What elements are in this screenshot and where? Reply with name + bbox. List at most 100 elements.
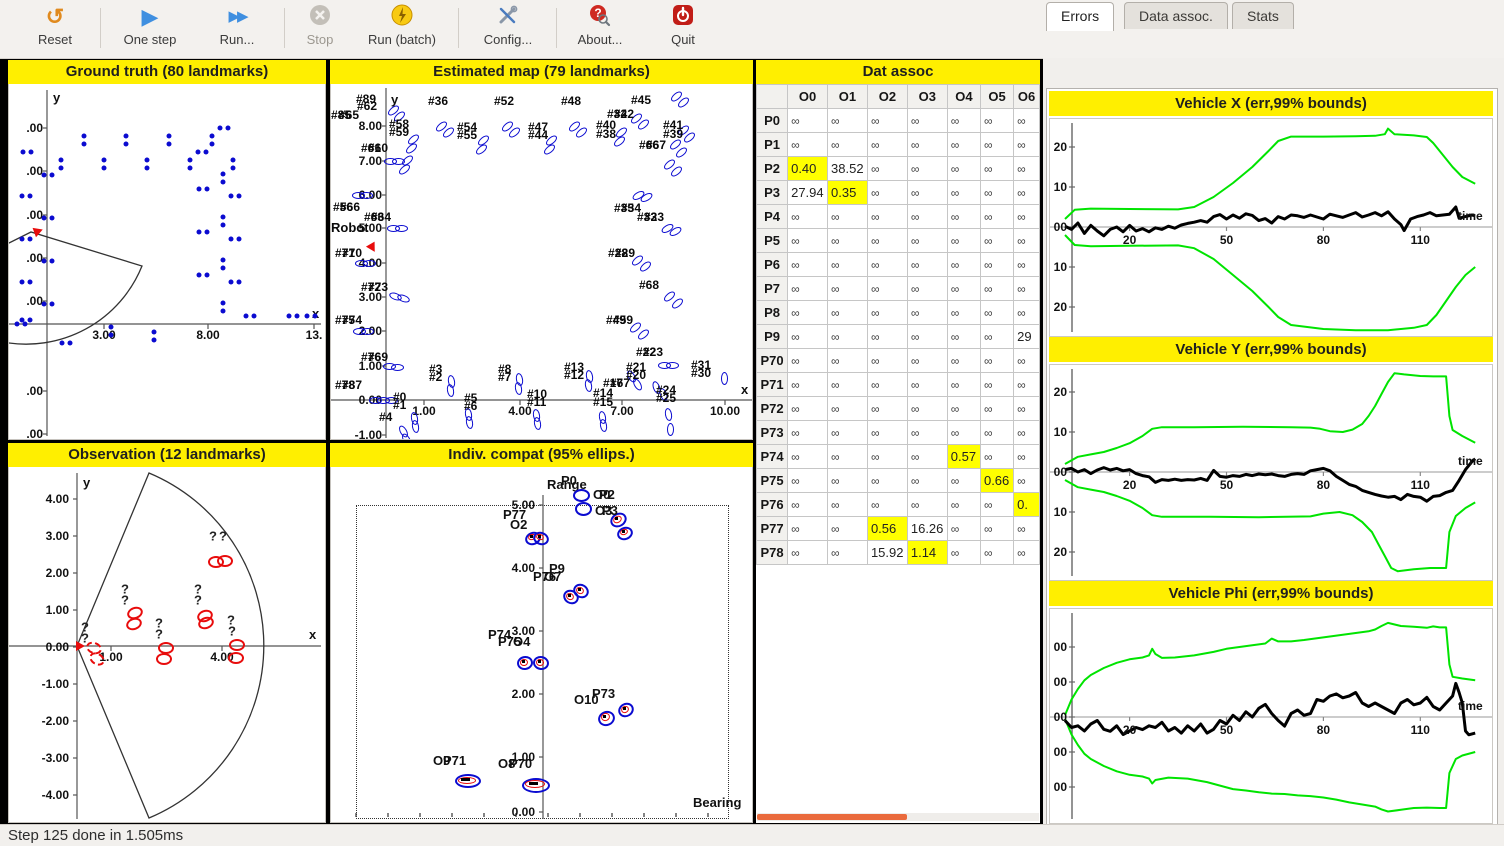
- cell-P8-O4[interactable]: ∞: [947, 301, 980, 325]
- cell-P74-O4[interactable]: 0.57: [947, 445, 980, 469]
- cell-P77-O5[interactable]: ∞: [980, 517, 1013, 541]
- about-button[interactable]: ? About...: [560, 4, 640, 54]
- cell-P73-O5[interactable]: ∞: [980, 421, 1013, 445]
- cell-P9-O4[interactable]: ∞: [947, 325, 980, 349]
- cell-P78-O5[interactable]: ∞: [980, 541, 1013, 565]
- cell-P72-O0[interactable]: ∞: [788, 397, 828, 421]
- cell-P73-O6[interactable]: ∞: [1014, 421, 1040, 445]
- cell-P4-O0[interactable]: ∞: [788, 205, 828, 229]
- cell-P5-O4[interactable]: ∞: [947, 229, 980, 253]
- cell-P5-O2[interactable]: ∞: [867, 229, 907, 253]
- cell-P75-O4[interactable]: ∞: [947, 469, 980, 493]
- cell-P78-O3[interactable]: 1.14: [907, 541, 947, 565]
- cell-P1-O2[interactable]: ∞: [867, 133, 907, 157]
- cell-P71-O6[interactable]: ∞: [1014, 373, 1040, 397]
- cell-P7-O3[interactable]: ∞: [907, 277, 947, 301]
- cell-P7-O4[interactable]: ∞: [947, 277, 980, 301]
- cell-P5-O6[interactable]: ∞: [1014, 229, 1040, 253]
- cell-P8-O5[interactable]: ∞: [980, 301, 1013, 325]
- cell-P1-O6[interactable]: ∞: [1014, 133, 1040, 157]
- cell-P8-O0[interactable]: ∞: [788, 301, 828, 325]
- cell-P2-O2[interactable]: ∞: [867, 157, 907, 181]
- cell-P77-O3[interactable]: 16.26: [907, 517, 947, 541]
- cell-P70-O1[interactable]: ∞: [828, 349, 868, 373]
- cell-P76-O3[interactable]: ∞: [907, 493, 947, 517]
- cell-P74-O3[interactable]: ∞: [907, 445, 947, 469]
- cell-P8-O6[interactable]: ∞: [1014, 301, 1040, 325]
- cell-P2-O4[interactable]: ∞: [947, 157, 980, 181]
- cell-P9-O2[interactable]: ∞: [867, 325, 907, 349]
- quit-button[interactable]: Quit: [651, 4, 715, 54]
- config-button[interactable]: Config...: [466, 4, 550, 54]
- cell-P7-O1[interactable]: ∞: [828, 277, 868, 301]
- cell-P73-O1[interactable]: ∞: [828, 421, 868, 445]
- cell-P9-O1[interactable]: ∞: [828, 325, 868, 349]
- cell-P76-O4[interactable]: ∞: [947, 493, 980, 517]
- cell-P6-O5[interactable]: ∞: [980, 253, 1013, 277]
- cell-P72-O1[interactable]: ∞: [828, 397, 868, 421]
- cell-P2-O6[interactable]: ∞: [1014, 157, 1040, 181]
- cell-P72-O2[interactable]: ∞: [867, 397, 907, 421]
- cell-P3-O1[interactable]: 0.35: [828, 181, 868, 205]
- cell-P77-O2[interactable]: 0.56: [867, 517, 907, 541]
- cell-P71-O3[interactable]: ∞: [907, 373, 947, 397]
- cell-P78-O1[interactable]: ∞: [828, 541, 868, 565]
- cell-P75-O3[interactable]: ∞: [907, 469, 947, 493]
- cell-P73-O4[interactable]: ∞: [947, 421, 980, 445]
- run-button[interactable]: ▶▶ Run...: [202, 4, 272, 54]
- cell-P6-O4[interactable]: ∞: [947, 253, 980, 277]
- cell-P4-O6[interactable]: ∞: [1014, 205, 1040, 229]
- cell-P72-O6[interactable]: ∞: [1014, 397, 1040, 421]
- stop-button[interactable]: Stop: [292, 4, 348, 54]
- cell-P6-O3[interactable]: ∞: [907, 253, 947, 277]
- cell-P7-O0[interactable]: ∞: [788, 277, 828, 301]
- cell-P71-O5[interactable]: ∞: [980, 373, 1013, 397]
- cell-P0-O2[interactable]: ∞: [867, 109, 907, 133]
- cell-P7-O5[interactable]: ∞: [980, 277, 1013, 301]
- cell-P71-O0[interactable]: ∞: [788, 373, 828, 397]
- cell-P3-O3[interactable]: ∞: [907, 181, 947, 205]
- tab-data-assoc[interactable]: Data assoc.: [1124, 2, 1228, 29]
- cell-P4-O2[interactable]: ∞: [867, 205, 907, 229]
- cell-P8-O3[interactable]: ∞: [907, 301, 947, 325]
- cell-P5-O1[interactable]: ∞: [828, 229, 868, 253]
- cell-P3-O6[interactable]: ∞: [1014, 181, 1040, 205]
- horizontal-scrollbar[interactable]: [757, 813, 1039, 821]
- cell-P73-O3[interactable]: ∞: [907, 421, 947, 445]
- cell-P74-O5[interactable]: ∞: [980, 445, 1013, 469]
- cell-P1-O4[interactable]: ∞: [947, 133, 980, 157]
- cell-P73-O2[interactable]: ∞: [867, 421, 907, 445]
- tab-stats[interactable]: Stats: [1232, 2, 1294, 29]
- run-batch-button[interactable]: Run (batch): [352, 4, 452, 54]
- cell-P4-O4[interactable]: ∞: [947, 205, 980, 229]
- cell-P3-O5[interactable]: ∞: [980, 181, 1013, 205]
- cell-P77-O6[interactable]: ∞: [1014, 517, 1040, 541]
- cell-P78-O2[interactable]: 15.92: [867, 541, 907, 565]
- cell-P77-O0[interactable]: ∞: [788, 517, 828, 541]
- cell-P2-O1[interactable]: 38.52: [828, 157, 868, 181]
- cell-P74-O0[interactable]: ∞: [788, 445, 828, 469]
- cell-P6-O2[interactable]: ∞: [867, 253, 907, 277]
- cell-P5-O5[interactable]: ∞: [980, 229, 1013, 253]
- one-step-button[interactable]: ▶ One step: [108, 4, 192, 54]
- cell-P70-O3[interactable]: ∞: [907, 349, 947, 373]
- cell-P78-O4[interactable]: ∞: [947, 541, 980, 565]
- cell-P71-O2[interactable]: ∞: [867, 373, 907, 397]
- cell-P75-O1[interactable]: ∞: [828, 469, 868, 493]
- cell-P9-O3[interactable]: ∞: [907, 325, 947, 349]
- cell-P75-O2[interactable]: ∞: [867, 469, 907, 493]
- cell-P70-O4[interactable]: ∞: [947, 349, 980, 373]
- cell-P78-O0[interactable]: ∞: [788, 541, 828, 565]
- cell-P6-O1[interactable]: ∞: [828, 253, 868, 277]
- cell-P77-O1[interactable]: ∞: [828, 517, 868, 541]
- cell-P8-O2[interactable]: ∞: [867, 301, 907, 325]
- cell-P7-O6[interactable]: ∞: [1014, 277, 1040, 301]
- cell-P6-O6[interactable]: ∞: [1014, 253, 1040, 277]
- cell-P70-O2[interactable]: ∞: [867, 349, 907, 373]
- cell-P72-O5[interactable]: ∞: [980, 397, 1013, 421]
- cell-P73-O0[interactable]: ∞: [788, 421, 828, 445]
- reset-button[interactable]: ↺ Reset: [20, 4, 90, 54]
- cell-P4-O1[interactable]: ∞: [828, 205, 868, 229]
- cell-P71-O4[interactable]: ∞: [947, 373, 980, 397]
- cell-P74-O1[interactable]: ∞: [828, 445, 868, 469]
